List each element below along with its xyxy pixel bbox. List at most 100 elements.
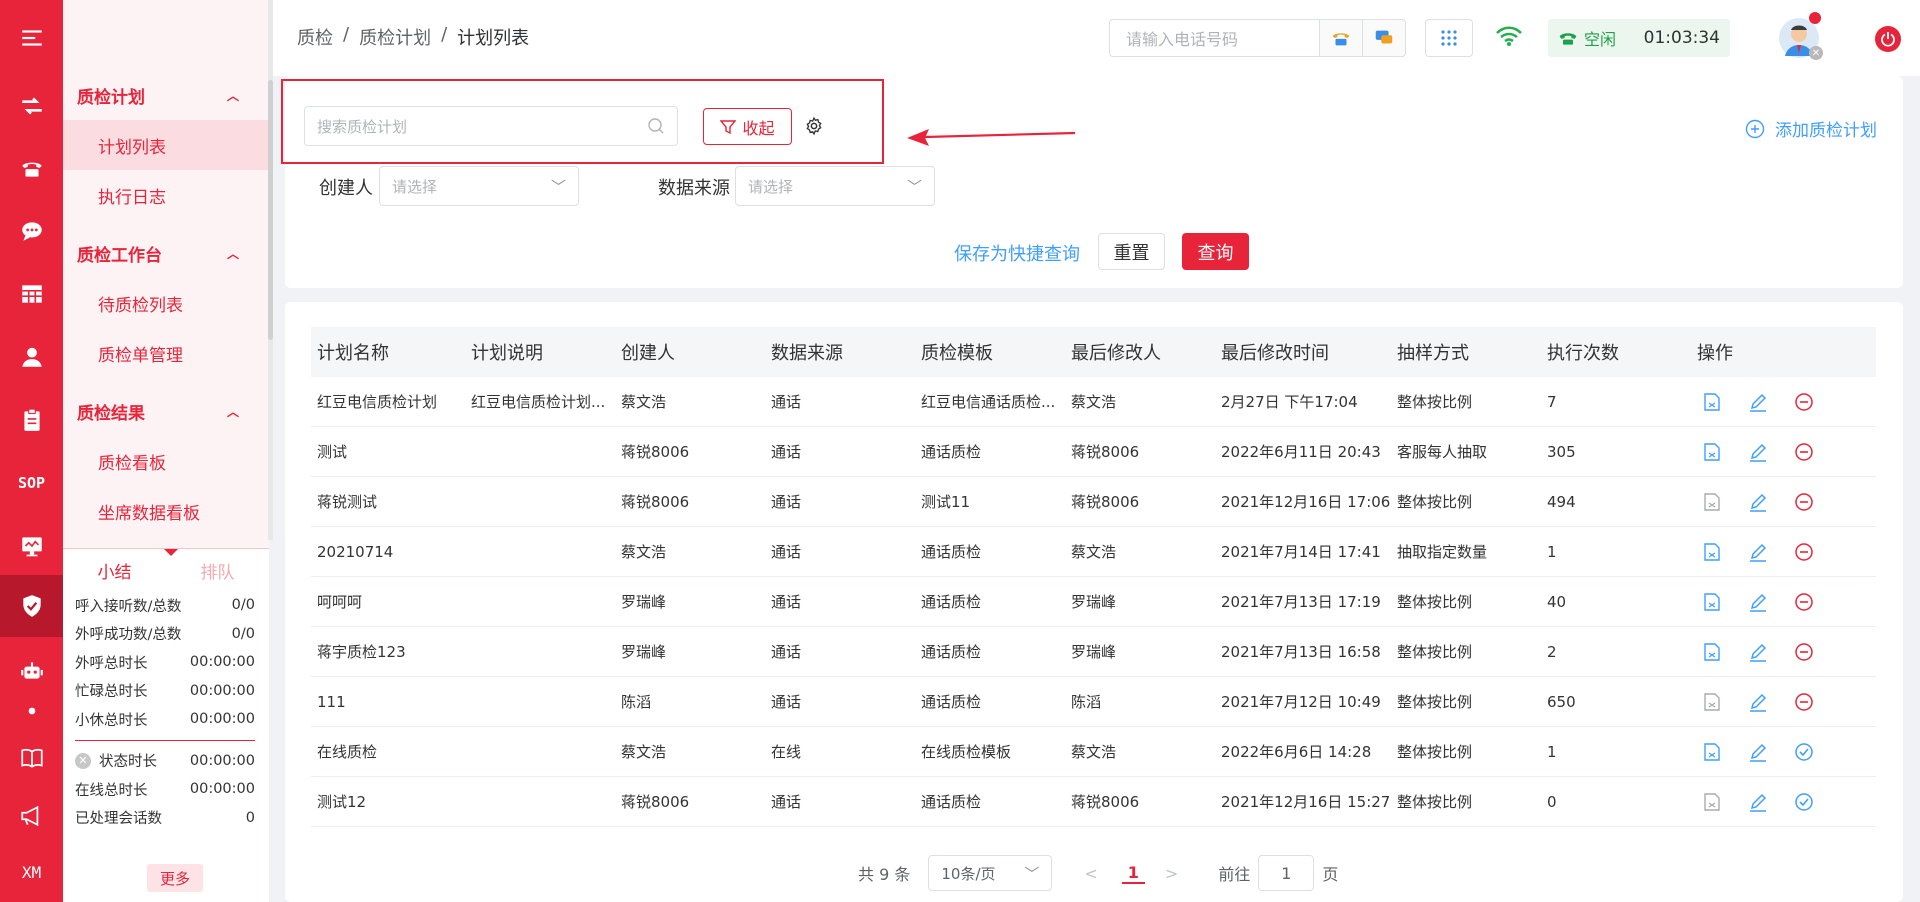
collapse-label: 收起 [742,118,775,138]
book-icon[interactable] [0,730,63,786]
collapse-button[interactable]: 收起 [703,108,792,145]
source-select[interactable]: 请选择 ﹀ [735,166,935,206]
execute-plan-icon[interactable] [1701,591,1723,613]
execute-plan-icon[interactable] [1701,691,1723,713]
disable-icon[interactable] [1793,391,1815,413]
sidebar-item-dashboard[interactable]: 质检看板 [63,436,269,486]
edit-icon[interactable] [1747,391,1769,413]
query-button[interactable]: 查询 [1182,233,1249,270]
edit-icon[interactable] [1747,441,1769,463]
chat-icon[interactable] [0,203,63,259]
cell-last-modifier: 蔡文浩 [1071,543,1117,561]
monitor-chart-icon[interactable] [0,518,63,574]
table-row[interactable]: 红豆电信质检计划 红豆电信质检计划... 蔡文浩 通话 红豆电信通话质检... 蔡文浩 2月… [311,377,1876,427]
search-input[interactable]: 搜索质检计划 [304,106,678,146]
enable-check-icon[interactable] [1793,741,1815,763]
page-size-select[interactable]: 10条/页 ﹀ [928,855,1053,891]
sidebar-item-execution-log[interactable]: 执行日志 [63,170,269,220]
sidebar-group-plan[interactable]: 质检计划 ︿ [63,70,269,120]
tab-queue[interactable]: 排队 [166,558,269,583]
sidebar-group-results[interactable]: 质检结果 ︿ [63,386,269,436]
cell-last-modifier: 陈滔 [1071,693,1102,711]
execute-plan-icon[interactable] [1701,791,1723,813]
next-page-icon[interactable]: > [1165,864,1178,883]
disable-icon[interactable] [1793,591,1815,613]
table-row[interactable]: 测试 蒋锐8006 通话 通话质检 蒋锐8006 2022年6月11日 20:43 客服每人… [311,427,1876,477]
sidebar-item-form-manage[interactable]: 质检单管理 [63,328,269,378]
disable-icon[interactable] [1793,491,1815,513]
creator-select[interactable]: 请选择 ﹀ [379,166,579,206]
menu-toggle-icon[interactable] [0,10,63,66]
table-row[interactable]: 呵呵呵 罗瑞峰 通话 通话质检 罗瑞峰 2021年7月13日 17:19 整体按比例 40 [311,577,1876,627]
prev-page-icon[interactable]: < [1084,864,1097,883]
xm-icon[interactable]: XM [0,844,63,900]
avatar[interactable]: ✕ [1779,12,1823,60]
execute-plan-icon[interactable] [1701,491,1723,513]
cell-last-modified-time: 2021年7月12日 10:49 [1221,693,1381,711]
phone-input[interactable]: 请输入电话号码 [1109,19,1320,57]
table-row[interactable]: 测试12 蒋锐8006 通话 通话质检 蒋锐8006 2021年12月16日 15:27 整… [311,777,1876,827]
disable-icon[interactable] [1793,541,1815,563]
sop-icon[interactable]: SOP [0,455,63,511]
edit-icon[interactable] [1747,691,1769,713]
megaphone-icon[interactable] [0,788,63,844]
clipboard-icon[interactable] [0,392,63,448]
disable-icon[interactable] [1793,691,1815,713]
edit-icon[interactable] [1747,591,1769,613]
power-button[interactable] [1875,26,1901,52]
robot-icon[interactable] [0,643,63,699]
stat-label: 已处理会话数 [75,811,162,828]
telephone-icon[interactable] [0,140,63,196]
execute-plan-icon[interactable] [1701,441,1723,463]
table-row[interactable]: 20210714 蔡文浩 通话 通话质检 蔡文浩 2021年7月14日 17:41 抽取指定… [311,527,1876,577]
sidebar-item-plan-list[interactable]: 计划列表 [63,120,269,170]
edit-icon[interactable] [1747,541,1769,563]
disable-icon[interactable] [1793,441,1815,463]
tab-summary[interactable]: 小结 [63,558,166,583]
close-icon[interactable]: ✕ [75,752,91,769]
table-row[interactable]: 蒋宇质检123 罗瑞峰 通话 通话质检 罗瑞峰 2021年7月13日 16:58 整体按比例… [311,627,1876,677]
transfer-icon[interactable] [0,78,63,134]
table-row[interactable]: 在线质检 蔡文浩 在线 在线质检模板 蔡文浩 2022年6月6日 14:28 整体按比例 1 [311,727,1876,777]
goto-page-input[interactable]: 1 [1258,855,1315,891]
edit-icon[interactable] [1747,491,1769,513]
cell-template: 通话质检 [921,793,982,811]
apps-grid-button[interactable] [1425,19,1473,57]
dial-button[interactable] [1319,19,1363,57]
message-button[interactable] [1362,19,1406,57]
breadcrumb-separator: / [441,24,448,45]
save-quick-query-link[interactable]: 保存为快捷查询 [954,240,1080,266]
execute-plan-icon[interactable] [1701,391,1723,413]
page-number[interactable]: 1 [1121,863,1145,884]
cell-last-modified-time: 2月27日 下午17:04 [1221,393,1358,411]
breadcrumb-item[interactable]: 质检计划 [359,24,431,50]
execute-plan-icon[interactable] [1701,541,1723,563]
enable-check-icon[interactable] [1793,791,1815,813]
execute-plan-icon[interactable] [1701,741,1723,763]
breadcrumb-separator: / [343,24,350,45]
cell-template: 红豆电信通话质检... [921,393,1056,411]
edit-icon[interactable] [1747,641,1769,663]
sidebar-group-workbench[interactable]: 质检工作台 ︿ [63,228,269,278]
gear-icon[interactable] [804,116,824,140]
add-plan-link[interactable]: 添加质检计划 [1745,116,1877,141]
more-button[interactable]: 更多 [147,864,203,892]
execute-plan-icon[interactable] [1701,641,1723,663]
agent-status[interactable]: 空闲 01:03:34 [1548,19,1730,57]
scrollbar-thumb[interactable] [268,80,273,340]
shield-check-icon[interactable] [0,575,63,637]
disable-icon[interactable] [1793,641,1815,663]
edit-icon[interactable] [1747,791,1769,813]
breadcrumb-item[interactable]: 质检 [297,24,333,50]
sidebar-scrollbar[interactable] [268,0,273,540]
table-row[interactable]: 111 陈滔 通话 通话质检 陈滔 2021年7月12日 10:49 整体按比例 650 [311,677,1876,727]
sidebar-item-agent-dashboard[interactable]: 坐席数据看板 [63,486,269,536]
sidebar-item-pending-list[interactable]: 待质检列表 [63,278,269,328]
cell-operations [1691,791,1876,813]
person-icon[interactable] [0,329,63,385]
table-row[interactable]: 蒋锐测试 蒋锐8006 通话 测试11 蒋锐8006 2021年12月16日 17:06 整… [311,477,1876,527]
close-icon[interactable]: ✕ [1809,46,1823,60]
reset-button[interactable]: 重置 [1098,233,1165,270]
edit-icon[interactable] [1747,741,1769,763]
table-grid-icon[interactable] [0,266,63,322]
